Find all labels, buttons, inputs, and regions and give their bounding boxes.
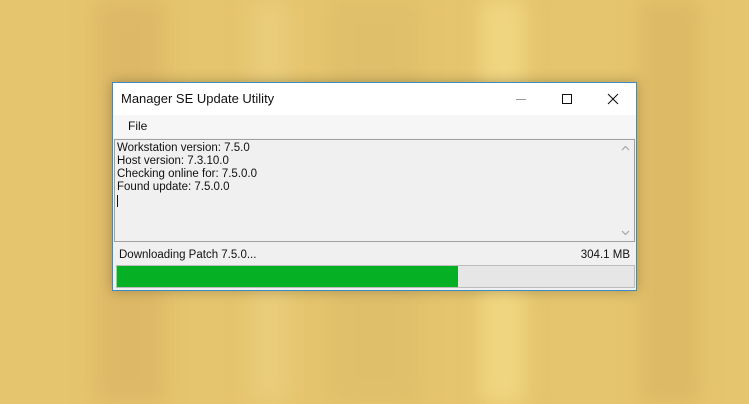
desktop-background: Manager SE Update Utility File Workstati… (0, 0, 749, 404)
log-lines: Workstation version: 7.5.0 Host version:… (117, 142, 614, 207)
chevron-down-icon (621, 230, 630, 236)
log-scrollbar[interactable] (617, 140, 634, 241)
log-line: Host version: 7.3.10.0 (117, 155, 229, 167)
title-bar[interactable]: Manager SE Update Utility (113, 83, 636, 115)
log-output[interactable]: Workstation version: 7.5.0 Host version:… (114, 139, 635, 242)
update-utility-window: Manager SE Update Utility File Workstati… (112, 82, 637, 291)
progress-fill (117, 266, 459, 287)
menu-bar: File (113, 115, 636, 138)
status-text: Downloading Patch 7.5.0... (119, 249, 257, 261)
maximize-icon (562, 94, 572, 104)
chevron-up-icon (621, 145, 630, 151)
download-size: 304.1 MB (580, 249, 630, 261)
menu-file[interactable]: File (121, 117, 154, 135)
window-title: Manager SE Update Utility (121, 91, 275, 106)
background-blur-band (640, 0, 700, 404)
scroll-down-button[interactable] (617, 224, 634, 241)
text-caret (117, 195, 118, 207)
maximize-button[interactable] (544, 83, 590, 115)
log-line: Workstation version: 7.5.0 (117, 142, 250, 154)
status-row: Downloading Patch 7.5.0... 304.1 MB (119, 249, 630, 263)
close-icon (607, 93, 619, 105)
scroll-up-button[interactable] (617, 140, 634, 157)
close-button[interactable] (590, 83, 636, 115)
minimize-button[interactable] (498, 83, 544, 115)
log-line: Found update: 7.5.0.0 (117, 181, 230, 193)
download-progress-bar (116, 265, 635, 288)
log-line: Checking online for: 7.5.0.0 (117, 168, 258, 180)
minimize-icon (516, 99, 526, 100)
